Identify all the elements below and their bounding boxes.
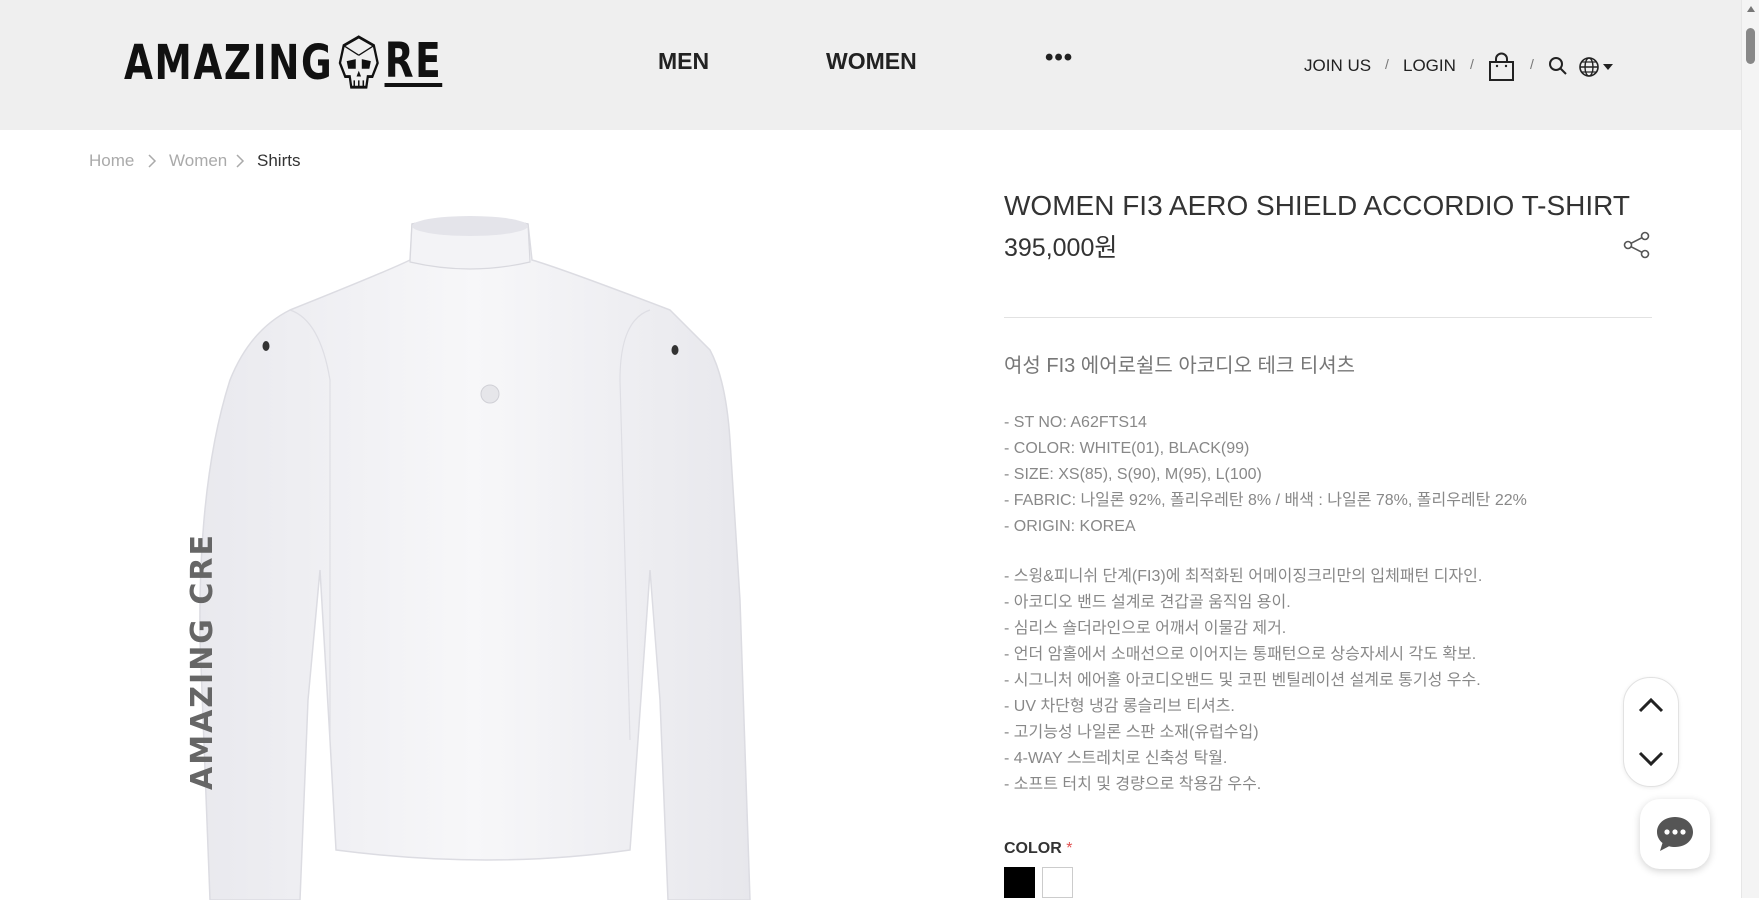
- util-separator: /: [1470, 56, 1474, 72]
- util-separator: /: [1530, 56, 1534, 72]
- globe-icon[interactable]: [1578, 56, 1600, 78]
- feature-line: - UV 차단형 냉감 롱슬리브 티셔츠.: [1004, 698, 1235, 715]
- nav-men[interactable]: MEN: [658, 48, 709, 75]
- nav-more[interactable]: •••: [1045, 44, 1073, 72]
- feature-line: - 심리스 숄더라인으로 어깨서 이물감 제거.: [1004, 620, 1287, 637]
- spec-line: - ORIGIN: KOREA: [1004, 518, 1136, 535]
- logo-text-left: AMAZING: [124, 35, 334, 91]
- spec-line: - ST NO: A62FTS14: [1004, 414, 1147, 431]
- product-subtitle: 여성 FI3 에어로쉴드 아코디오 테크 티셔츠: [1004, 355, 1356, 377]
- skull-logo-icon: [338, 35, 380, 89]
- breadcrumb-home[interactable]: Home: [89, 151, 134, 171]
- color-label-text: COLOR: [1004, 840, 1062, 857]
- site-header: AMAZING RE MEN WOMEN ••• JOIN US / LOGIN…: [0, 0, 1741, 130]
- util-separator: /: [1385, 56, 1389, 72]
- shopping-bag-icon[interactable]: [1488, 52, 1515, 82]
- feature-line: - 고기능성 나일론 스판 소재(유럽수입): [1004, 724, 1259, 741]
- scrollbar-thumb[interactable]: [1746, 28, 1755, 64]
- brand-logo[interactable]: AMAZING RE: [124, 33, 443, 92]
- search-icon[interactable]: [1548, 56, 1568, 76]
- divider: [1004, 317, 1652, 318]
- breadcrumb-shirts[interactable]: Shirts: [257, 151, 300, 171]
- share-icon[interactable]: [1623, 231, 1651, 259]
- spec-line: - COLOR: WHITE(01), BLACK(99): [1004, 440, 1250, 457]
- chevron-right-icon: [236, 154, 245, 168]
- feature-line: - 시그니처 에어홀 아코디오밴드 및 코핀 벤틸레이션 설계로 통기성 우수.: [1004, 672, 1481, 689]
- product-image[interactable]: AMAZING CRE: [90, 180, 950, 900]
- scroll-top-button[interactable]: [1624, 678, 1678, 732]
- scroll-bottom-button[interactable]: [1624, 732, 1678, 786]
- chat-icon: [1657, 817, 1693, 851]
- product-price: 395,000원: [1004, 234, 1118, 262]
- feature-line: - 언더 암홀에서 소매선으로 이어지는 통패턴으로 상승자세시 각도 확보.: [1004, 646, 1477, 663]
- color-swatch-white[interactable]: [1042, 867, 1073, 898]
- product-title: WOMEN FI3 AERO SHIELD ACCORDIO T-SHIRT: [1004, 190, 1630, 221]
- sleeve-print: AMAZING CRE: [185, 533, 220, 790]
- login-link[interactable]: LOGIN: [1403, 56, 1456, 76]
- nav-women[interactable]: WOMEN: [826, 48, 917, 75]
- chevron-up-icon: [1638, 697, 1664, 713]
- page-scrollbar[interactable]: [1741, 0, 1759, 898]
- feature-line: - 4-WAY 스트레치로 신축성 탁월.: [1004, 750, 1228, 767]
- spec-line: - FABRIC: 나일론 92%, 폴리우레탄 8% / 배색 : 나일론 7…: [1004, 492, 1527, 509]
- feature-line: - 스윙&피니쉬 단계(FI3)에 최적화된 어메이징크리만의 입체패턴 디자인…: [1004, 568, 1483, 585]
- required-mark: *: [1066, 840, 1073, 857]
- spec-line: - SIZE: XS(85), S(90), M(95), L(100): [1004, 466, 1262, 483]
- logo-text-right: RE: [384, 33, 443, 89]
- chat-button[interactable]: [1640, 799, 1710, 869]
- breadcrumb-women[interactable]: Women: [169, 151, 227, 171]
- feature-line: - 아코디오 밴드 설계로 견갑골 움직임 용이.: [1004, 594, 1291, 611]
- chevron-down-icon: [1638, 751, 1664, 767]
- join-us-link[interactable]: JOIN US: [1304, 56, 1371, 76]
- scrollbar-up-arrow[interactable]: [1747, 6, 1755, 12]
- scroll-controls: [1623, 677, 1679, 787]
- product-features: - 스윙&피니쉬 단계(FI3)에 최적화된 어메이징크리만의 입체패턴 디자인…: [1004, 564, 1482, 798]
- product-specs: - ST NO: A62FTS14 - COLOR: WHITE(01), BL…: [1004, 410, 1527, 540]
- caret-down-icon[interactable]: [1603, 64, 1613, 70]
- feature-line: - 소프트 터치 및 경량으로 착용감 우수.: [1004, 776, 1262, 793]
- color-swatch-black[interactable]: [1004, 867, 1035, 898]
- chevron-right-icon: [148, 154, 157, 168]
- color-label: COLOR *: [1004, 840, 1072, 858]
